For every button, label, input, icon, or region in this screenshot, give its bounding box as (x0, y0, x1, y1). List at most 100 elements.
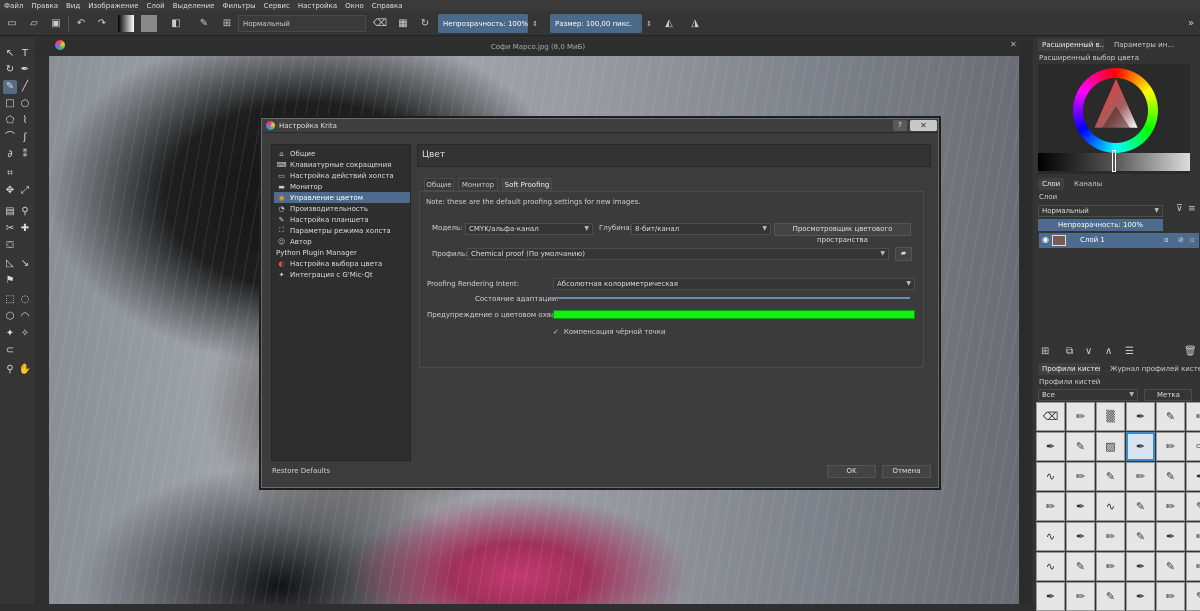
brush-preset-sketch[interactable]: ✎ (1186, 492, 1200, 521)
redo-icon[interactable]: ↷ (95, 15, 109, 32)
line-tool-icon[interactable]: ╱ (18, 80, 32, 94)
brush-preset-calligraphy[interactable]: ✑ (1186, 432, 1200, 461)
brush-preset-bristles[interactable]: ✎ (1126, 492, 1155, 521)
brush-preset-pencil-soft[interactable]: ✒ (1126, 552, 1155, 581)
freehand-selection-tool-icon[interactable]: ◠ (18, 310, 32, 324)
zoom-tool-icon[interactable]: ⚲ (3, 363, 17, 377)
menu-settings[interactable]: Настройка (298, 2, 337, 10)
mirror-horizontal-icon[interactable]: ◭ (660, 15, 678, 32)
brush-preset-wet[interactable]: ✒ (1066, 522, 1095, 551)
brush-preset-paint[interactable]: ✎ (1096, 462, 1125, 491)
brush-preset-brush[interactable]: ✎ (1156, 402, 1185, 431)
brush-preset-misc-2[interactable]: ✏ (1066, 582, 1095, 611)
profile-select[interactable]: Chemical proof (По умолчанию) ▼ (467, 248, 889, 260)
eraser-mode-icon[interactable]: ⌫ (372, 15, 388, 32)
fill-tool-icon[interactable]: ⛋ (3, 239, 17, 253)
brush-preset-misc-1[interactable]: ✒ (1036, 582, 1065, 611)
nav-item-gmic[interactable]: ✦ Интеграция с G'Mic-Qt (274, 269, 410, 280)
menu-edit[interactable]: Правка (31, 2, 58, 10)
color-picker-tool-icon[interactable]: ⚲ (18, 205, 32, 219)
color-swap-icon[interactable]: ◧ (168, 15, 184, 32)
brush-preset-misc-5[interactable]: ✏ (1156, 582, 1185, 611)
brush-preset-flat[interactable]: ✎ (1126, 522, 1155, 551)
brush-preset-dry-brush[interactable]: ✏ (1036, 492, 1065, 521)
freehand-brush-tool-icon[interactable]: ✎ (3, 80, 17, 94)
color-space-browser-button[interactable]: Просмотровщик цветового пространства (774, 223, 911, 244)
layer-properties-icon[interactable]: ☰ (1125, 346, 1134, 357)
cancel-button[interactable]: Отмена (882, 465, 931, 478)
menu-image[interactable]: Изображение (88, 2, 138, 10)
restore-defaults-button[interactable]: Restore Defaults (272, 467, 330, 475)
brush-preset-technical-pen[interactable]: ✎ (1066, 432, 1095, 461)
nav-item-author[interactable]: ☺ Автор (274, 236, 410, 247)
blend-mode-select[interactable]: Нормальный (238, 15, 366, 32)
tab-monitor[interactable]: Монитор (458, 178, 498, 191)
opacity-spin-icon[interactable]: ⇕ (530, 15, 540, 32)
gradient-swatch[interactable] (118, 15, 134, 32)
brush-preset-blender[interactable]: ▨ (1096, 432, 1125, 461)
delete-layer-icon[interactable]: 🗑 (1184, 346, 1197, 357)
nav-item-performance[interactable]: ◔ Производительность (274, 203, 410, 214)
brush-preset-chalk[interactable]: ✒ (1186, 462, 1200, 491)
layer-lock-icon[interactable]: ▫ (1190, 236, 1195, 244)
alpha-lock-icon[interactable]: α (1164, 236, 1169, 244)
smart-patch-tool-icon[interactable]: ✚ (18, 222, 32, 236)
brush-preset-watercolor[interactable]: ∿ (1036, 522, 1065, 551)
dialog-help-button[interactable]: ? (893, 120, 907, 131)
brush-preset-misc-3[interactable]: ✎ (1096, 582, 1125, 611)
brush-preset-liner[interactable]: ✏ (1156, 492, 1185, 521)
brush-preset-smudge[interactable]: ∿ (1036, 462, 1065, 491)
brush-preset-soft[interactable]: ∿ (1096, 492, 1125, 521)
brush-preset-shape[interactable]: ✏ (1096, 552, 1125, 581)
opacity-field[interactable]: Непрозрачность: 100% (438, 14, 528, 33)
menu-view[interactable]: Вид (66, 2, 80, 10)
nav-item-canvas-mode[interactable]: ⛶ Параметры режима холста (274, 225, 410, 236)
mirror-vertical-icon[interactable]: ◮ (686, 15, 704, 32)
brush-preset-eraser[interactable]: ⌫ (1036, 402, 1065, 431)
transform-tool-icon[interactable]: ⤢ (18, 184, 32, 198)
calligraphy-tool-icon[interactable]: ✒ (18, 63, 32, 77)
layer-blend-select[interactable]: Нормальный ▼ (1038, 205, 1163, 217)
rectangle-tool-icon[interactable]: □ (3, 97, 17, 111)
brush-filter-select[interactable]: Все ▼ (1038, 389, 1138, 401)
edit-shapes-tool-icon[interactable]: ↻ (3, 63, 17, 77)
tab-tool-options[interactable]: Параметры ин... (1110, 39, 1178, 51)
tab-advanced-color-selector[interactable]: Расширенный в... (1038, 39, 1104, 51)
select-shapes-tool-icon[interactable]: ↖ (3, 47, 17, 61)
brush-preset-texture-2[interactable]: ✎ (1066, 552, 1095, 581)
brush-preset-oil[interactable]: ✒ (1066, 492, 1095, 521)
depth-select[interactable]: 8-бит/канал ▼ (631, 223, 771, 235)
ok-button[interactable]: OK (827, 465, 876, 478)
freehand-path-tool-icon[interactable]: ʃ (18, 131, 32, 145)
color-triangle[interactable] (1092, 76, 1140, 134)
menu-help[interactable]: Справка (372, 2, 403, 10)
nav-item-display[interactable]: ▬ Монитор (274, 181, 410, 192)
brush-preset-detail[interactable]: ✏ (1186, 522, 1200, 551)
tab-brush-history[interactable]: Журнал профилей кистей (1106, 363, 1200, 375)
brush-preset-misc-6[interactable]: ✎ (1186, 582, 1200, 611)
nav-item-general[interactable]: ⌂ Общие (274, 148, 410, 159)
nav-item-color-management[interactable]: ◉ Управление цветом (274, 192, 410, 203)
move-layer-down-icon[interactable]: ∨ (1085, 346, 1092, 357)
lightness-marker[interactable] (1112, 150, 1116, 172)
brush-preset-pencil-hard[interactable]: ✏ (1186, 402, 1200, 431)
tab-soft-proofing[interactable]: Soft Proofing (502, 178, 552, 191)
brush-preset-spray[interactable]: ∿ (1036, 552, 1065, 581)
tab-general[interactable]: Общие (424, 178, 454, 191)
nav-item-color-selector[interactable]: ◐ Настройка выбора цвета (274, 258, 410, 269)
eye-icon[interactable]: ◉ (1042, 235, 1049, 244)
tab-brush-presets[interactable]: Профили кистей (1038, 363, 1100, 375)
text-tool-icon[interactable]: T (18, 47, 32, 61)
pan-tool-icon[interactable]: ✋ (18, 363, 32, 377)
filter-icon[interactable]: ⊽ (1176, 204, 1183, 214)
layer-options-icon[interactable]: ≡ (1188, 204, 1196, 214)
pattern-swatch[interactable] (141, 15, 157, 32)
move-layer-up-icon[interactable]: ∧ (1105, 346, 1112, 357)
import-profile-button[interactable]: ▰ (895, 247, 912, 261)
colorize-mask-tool-icon[interactable]: ✂ (3, 222, 17, 236)
size-field[interactable]: Размер: 100,00 пикс. (550, 14, 642, 33)
measure-tool-icon[interactable]: ↘ (18, 257, 32, 271)
dynamic-brush-tool-icon[interactable]: ∂ (3, 148, 17, 162)
brush-preset-marker[interactable]: ✒ (1126, 402, 1155, 431)
save-icon[interactable]: ▣ (48, 15, 64, 32)
